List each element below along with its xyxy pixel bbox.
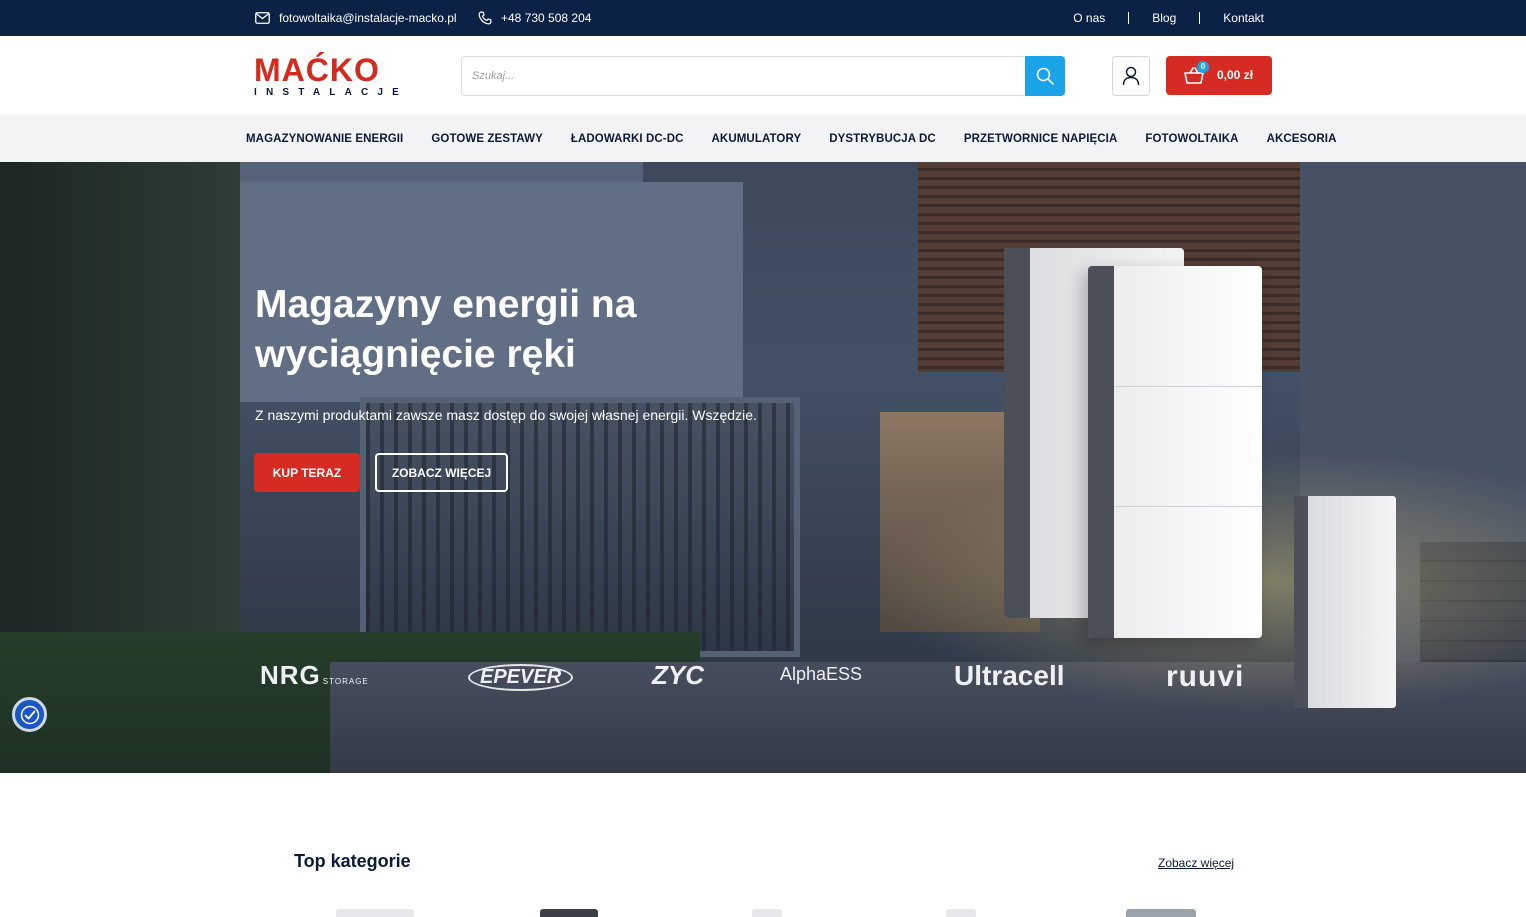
battery-unit-front xyxy=(1088,266,1262,638)
user-icon xyxy=(1122,66,1140,86)
nav-item-energy-storage[interactable]: MAGAZYNOWANIE ENERGII xyxy=(246,133,403,145)
category-thumbnail[interactable] xyxy=(946,909,976,917)
category-thumbnail[interactable] xyxy=(540,909,598,917)
main-nav: MAGAZYNOWANIE ENERGII GOTOWE ZESTAWY ŁAD… xyxy=(0,115,1526,162)
email-contact[interactable]: fotowoltaika@instalacje-macko.pl xyxy=(255,0,457,36)
top-links: O nas Blog Kontakt xyxy=(1073,0,1264,36)
nav-item-ready-kits[interactable]: GOTOWE ZESTAWY xyxy=(431,133,543,145)
brand-logos: NRG STORAGE EPEVER ZYC AlphaESS Ultracell… xyxy=(0,652,1526,702)
brand-logo-ruuvi[interactable]: ruuvi xyxy=(1166,660,1244,694)
nav-item-batteries[interactable]: AKUMULATORY xyxy=(712,133,802,145)
cart-total: 0,00 zł xyxy=(1217,68,1254,82)
link-blog[interactable]: Blog xyxy=(1152,11,1176,25)
accessibility-icon xyxy=(20,705,39,724)
cart-count-badge: 0 xyxy=(1197,61,1209,73)
email-text[interactable]: fotowoltaika@instalacje-macko.pl xyxy=(279,11,457,25)
nav-item-dc-dc-chargers[interactable]: ŁADOWARKI DC-DC xyxy=(571,133,684,145)
logo-main: MAĆKO xyxy=(254,52,380,88)
see-more-link[interactable]: Zobacz więcej xyxy=(1158,856,1234,870)
brand-logo-alphaess[interactable]: AlphaESS xyxy=(780,664,862,685)
phone-contact[interactable]: +48 730 508 204 xyxy=(478,0,591,36)
hero-subtitle: Z naszymi produktami zawsze masz dostęp … xyxy=(255,407,757,423)
buy-now-button[interactable]: KUP TERAZ xyxy=(254,453,360,492)
search-icon xyxy=(1036,67,1054,85)
top-bar: fotowoltaika@instalacje-macko.pl +48 730… xyxy=(0,0,1526,36)
link-contact[interactable]: Kontakt xyxy=(1223,11,1264,25)
category-thumbnail[interactable] xyxy=(336,909,414,917)
battery-product-image xyxy=(1004,238,1262,638)
nav-item-accessories[interactable]: AKCESORIA xyxy=(1267,133,1337,145)
brand-logo-ultracell[interactable]: Ultracell xyxy=(954,660,1065,692)
hero-banner: Magazyny energii na wyciągnięcie ręki Z … xyxy=(0,162,1526,773)
nav-item-dc-distribution[interactable]: DYSTRYBUCJA DC xyxy=(829,133,936,145)
link-about[interactable]: O nas xyxy=(1073,11,1105,25)
header: MAĆKO INSTALACJE 0 0,00 zł xyxy=(0,36,1526,115)
hero-title: Magazyny energii na wyciągnięcie ręki xyxy=(255,283,637,376)
search-input[interactable] xyxy=(472,57,1022,95)
see-more-button[interactable]: ZOBACZ WIĘCEJ xyxy=(375,453,508,492)
section-title: Top kategorie xyxy=(294,851,411,871)
brand-logo-zyc[interactable]: ZYC xyxy=(652,660,704,691)
search-bar xyxy=(461,56,1065,96)
brand-logo-nrg[interactable]: NRG STORAGE xyxy=(260,660,369,691)
brand-nrg-text: NRG xyxy=(260,660,321,690)
account-button[interactable] xyxy=(1112,56,1150,96)
nav-item-converters[interactable]: PRZETWORNICE NAPIĘCIA xyxy=(964,133,1118,145)
brand-nrg-sub: STORAGE xyxy=(322,677,369,686)
category-thumbnail[interactable] xyxy=(752,909,782,917)
search-button[interactable] xyxy=(1025,56,1065,96)
category-thumbnail[interactable] xyxy=(1126,909,1196,917)
logo-sub: INSTALACJE xyxy=(254,87,409,98)
cart-button[interactable]: 0 0,00 zł xyxy=(1166,56,1272,95)
divider xyxy=(1128,12,1130,24)
phone-text[interactable]: +48 730 508 204 xyxy=(501,11,591,25)
brand-logo-epever[interactable]: EPEVER xyxy=(468,664,574,691)
accessibility-button[interactable] xyxy=(12,697,47,732)
phone-icon xyxy=(478,11,492,25)
divider xyxy=(1199,12,1201,24)
nav-item-photovoltaics[interactable]: FOTOWOLTAIKA xyxy=(1145,133,1238,145)
mail-icon xyxy=(255,12,270,24)
logo[interactable]: MAĆKO INSTALACJE xyxy=(254,52,409,100)
